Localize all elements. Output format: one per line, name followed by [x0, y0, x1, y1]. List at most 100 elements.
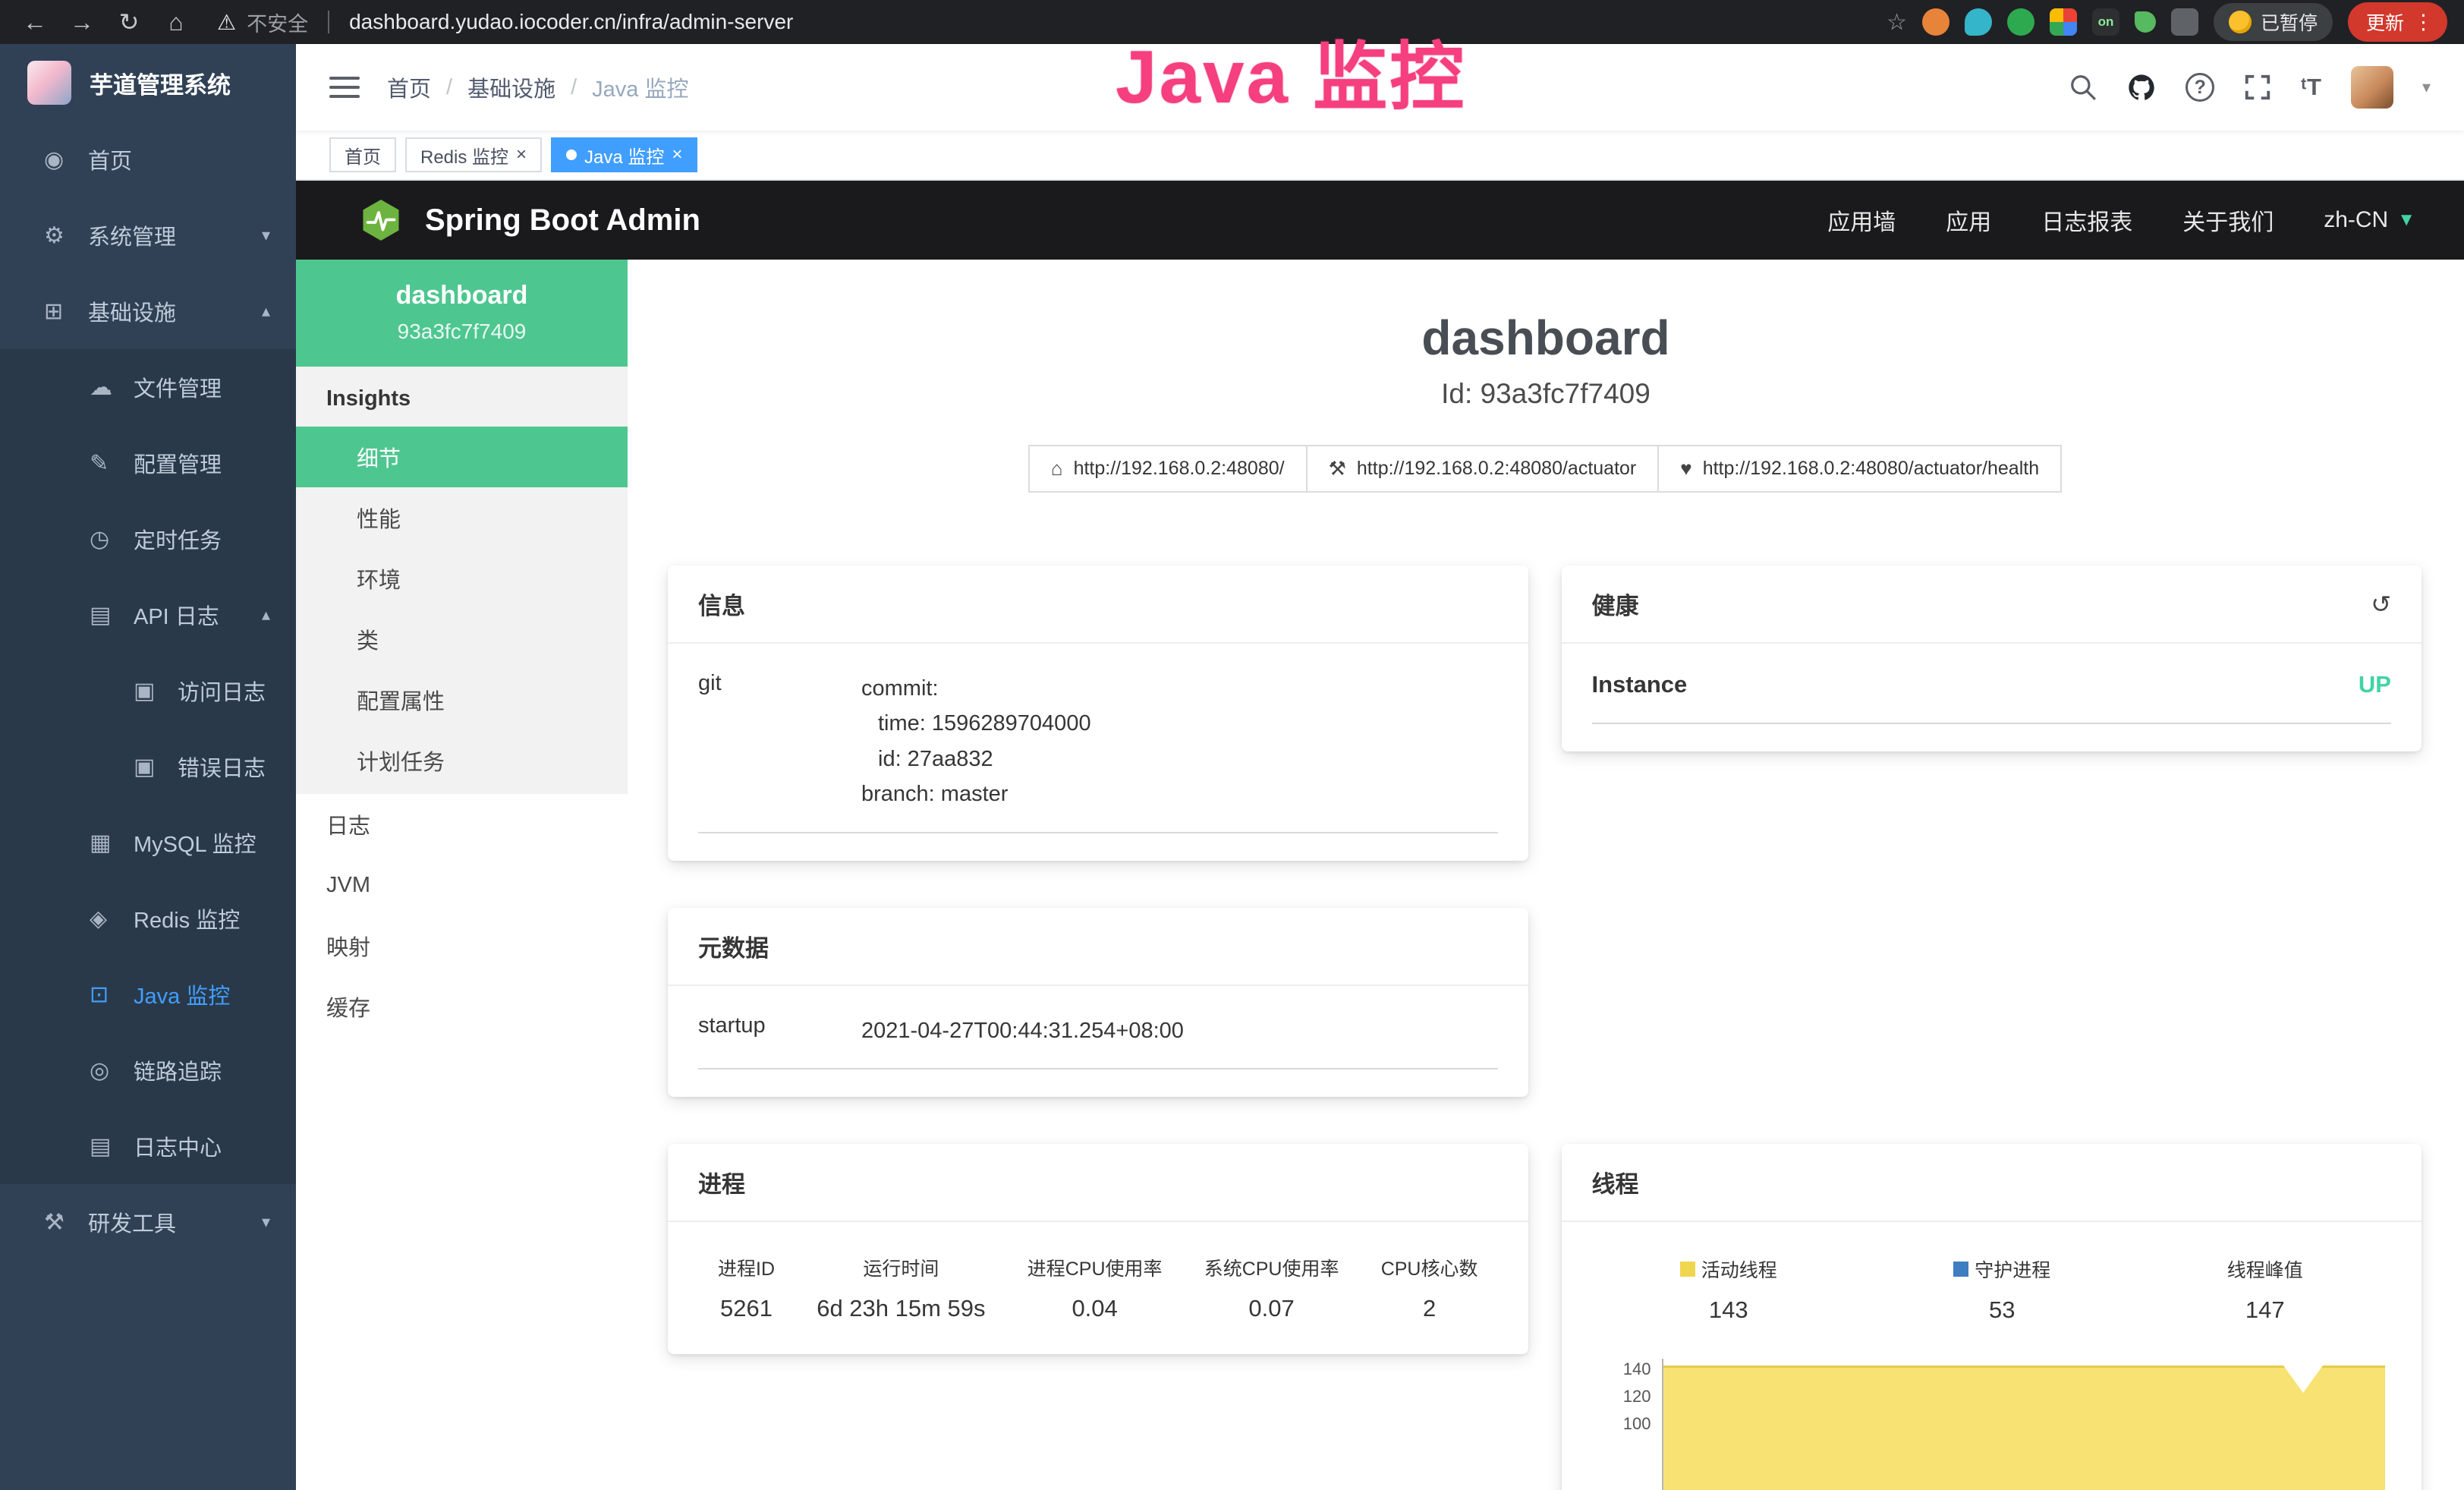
breadcrumb-section[interactable]: 基础设施 — [467, 71, 555, 103]
chevron-down-icon[interactable]: ▾ — [2422, 77, 2431, 97]
bookmark-star-icon[interactable]: ☆ — [1887, 9, 1907, 36]
extension-icon-grid[interactable] — [2050, 8, 2077, 36]
sidebar-item-file-management[interactable]: ☁ 文件管理 — [0, 349, 296, 425]
sba-nav-applications[interactable]: 应用 — [1946, 203, 1991, 237]
threads-chart: 140 120 100 — [1592, 1359, 2392, 1490]
close-icon[interactable]: × — [516, 146, 527, 164]
reload-icon[interactable]: ↻ — [111, 8, 147, 36]
sidebar-item-access-logs[interactable]: ▣ 访问日志 — [0, 653, 296, 729]
font-size-icon[interactable]: ᵗT — [2301, 74, 2322, 101]
extension-icon-green[interactable] — [2007, 8, 2034, 36]
process-card-title: 进程 — [698, 1165, 745, 1199]
heart-pulse-icon: ♥ — [1680, 457, 1691, 480]
screen: ← → ↻ ⌂ ⚠ 不安全 dashboard.yudao.iocoder.cn… — [0, 0, 2464, 1490]
sidebar-item-redis-monitor[interactable]: ◈ Redis 监控 — [0, 880, 296, 956]
sba-item-jvm[interactable]: JVM — [296, 855, 628, 915]
paused-badge[interactable]: 已暂停 — [2214, 3, 2333, 41]
sba-item-details[interactable]: 细节 — [296, 427, 628, 487]
tags-view: 首页 Redis 监控 × Java 监控 × — [296, 131, 2464, 181]
breadcrumb-separator: / — [446, 75, 452, 100]
sba-item-environment[interactable]: 环境 — [296, 548, 628, 609]
sba-nav-about[interactable]: 关于我们 — [2182, 203, 2274, 237]
extension-icon-leaf[interactable] — [2135, 11, 2156, 33]
clock-icon: ◷ — [90, 526, 123, 553]
extension-icon-drop[interactable] — [1965, 8, 1992, 36]
browser-actions: ☆ on 已暂停 更新 ⋮ — [1887, 2, 2447, 42]
tab-redis-monitor[interactable]: Redis 监控 × — [405, 137, 542, 172]
tab-label: Java 监控 — [584, 142, 664, 169]
url-text[interactable]: dashboard.yudao.iocoder.cn/infra/admin-s… — [349, 10, 793, 34]
log-icon: ▤ — [90, 602, 123, 628]
log-center-icon: ▤ — [90, 1133, 123, 1160]
sidebar-item-mysql-monitor[interactable]: ▦ MySQL 监控 — [0, 805, 296, 880]
sidebar-item-system-management[interactable]: ⚙ 系统管理 ▾ — [0, 197, 296, 273]
sidebar-item-dev-tools[interactable]: ⚒ 研发工具 ▾ — [0, 1184, 296, 1260]
fullscreen-icon[interactable] — [2243, 73, 2272, 102]
active-tab-dot — [566, 150, 577, 160]
chrome-update-button[interactable]: 更新 ⋮ — [2348, 2, 2447, 42]
sidebar-item-config-management[interactable]: ✎ 配置管理 — [0, 425, 296, 501]
proxy-extension-icon[interactable]: on — [2092, 8, 2119, 36]
sidebar-item-log-center[interactable]: ▤ 日志中心 — [0, 1108, 296, 1184]
hamburger-icon[interactable] — [329, 77, 360, 98]
stat-system-cpu: 系统CPU使用率 0.07 — [1204, 1254, 1339, 1322]
sba-item-logs[interactable]: 日志 — [296, 794, 628, 855]
sidebar-item-trace[interactable]: ◎ 链路追踪 — [0, 1032, 296, 1108]
kebab-menu-icon[interactable]: ⋮ — [2413, 11, 2434, 34]
breadcrumb-home[interactable]: 首页 — [387, 71, 431, 103]
sba-item-caches[interactable]: 缓存 — [296, 976, 628, 1037]
home-icon[interactable]: ⌂ — [158, 8, 194, 36]
sba-nav-journal[interactable]: 日志报表 — [2041, 203, 2132, 237]
threads-card-title: 线程 — [1592, 1165, 1639, 1199]
sidebar-item-api-logs[interactable]: ▤ API 日志 ▴ — [0, 577, 296, 653]
legend-peak-threads: 线程峰值 147 — [2227, 1255, 2303, 1324]
back-icon[interactable]: ← — [17, 8, 53, 36]
document-icon: ▣ — [134, 754, 167, 780]
user-avatar[interactable] — [2351, 66, 2393, 109]
metadata-card: 元数据 startup 2021-04-27T00:44:31.254+08:0… — [668, 908, 1528, 1097]
tools-icon: ⚒ — [44, 1209, 77, 1236]
sidebar-item-home[interactable]: ◉ 首页 — [0, 121, 296, 197]
address-bar[interactable]: ⚠ 不安全 dashboard.yudao.iocoder.cn/infra/a… — [217, 8, 793, 37]
tab-java-monitor[interactable]: Java 监控 × — [551, 137, 697, 172]
wrench-icon: ⚒ — [1329, 457, 1346, 480]
sba-item-scheduled-tasks[interactable]: 计划任务 — [296, 730, 628, 791]
chevron-down-icon: ▾ — [262, 1212, 270, 1232]
chevron-down-icon: ▾ — [262, 225, 270, 245]
history-icon[interactable]: ↺ — [2371, 590, 2391, 619]
sba-item-performance[interactable]: 性能 — [296, 487, 628, 548]
threads-card: 线程 活动线程 143 — [1562, 1144, 2422, 1490]
link-health-url[interactable]: ♥ http://192.168.0.2:48080/actuator/heal… — [1657, 445, 2062, 493]
help-icon[interactable]: ? — [2186, 73, 2214, 102]
status-up-badge: UP — [2359, 671, 2391, 698]
security-warning-icon[interactable]: ⚠ — [217, 10, 236, 35]
sba-item-classes[interactable]: 类 — [296, 609, 628, 669]
sidebar-item-scheduled-tasks[interactable]: ◷ 定时任务 — [0, 501, 296, 577]
sidebar-item-infrastructure[interactable]: ⊞ 基础设施 ▴ — [0, 273, 296, 349]
tab-home[interactable]: 首页 — [329, 137, 396, 172]
sba-item-mappings[interactable]: 映射 — [296, 915, 628, 976]
security-label[interactable]: 不安全 — [247, 8, 308, 37]
sidebar-item-java-monitor[interactable]: ⊡ Java 监控 — [0, 956, 296, 1032]
close-icon[interactable]: × — [672, 146, 682, 164]
sidebar-item-error-logs[interactable]: ▣ 错误日志 — [0, 729, 296, 805]
github-icon[interactable] — [2126, 72, 2157, 102]
app-title: 芋道管理系统 — [90, 66, 231, 100]
stat-uptime: 运行时间 6d 23h 15m 59s — [817, 1254, 985, 1322]
extension-icon-orange[interactable] — [1922, 8, 1949, 36]
metadata-card-title: 元数据 — [698, 929, 769, 963]
sba-language-select[interactable]: zh-CN ▼ — [2324, 207, 2415, 233]
link-root-url[interactable]: ⌂ http://192.168.0.2:48080/ — [1028, 445, 1308, 493]
extensions-puzzle-icon[interactable] — [2171, 8, 2198, 36]
chevron-up-icon: ▴ — [262, 605, 270, 625]
search-icon[interactable] — [2069, 73, 2097, 102]
sba-item-config-properties[interactable]: 配置属性 — [296, 669, 628, 730]
chart-plot-area — [1662, 1359, 2389, 1490]
forward-icon[interactable]: → — [64, 8, 100, 36]
app-logo-row[interactable]: 芋道管理系统 — [0, 44, 296, 121]
instance-links: ⌂ http://192.168.0.2:48080/ ⚒ http://192… — [628, 445, 2464, 493]
metadata-value: 2021-04-27T00:44:31.254+08:00 — [861, 1013, 1498, 1048]
sba-nav-wallboard[interactable]: 应用墙 — [1827, 203, 1896, 237]
link-actuator-url[interactable]: ⚒ http://192.168.0.2:48080/actuator — [1306, 445, 1660, 493]
info-key: git — [698, 671, 861, 812]
